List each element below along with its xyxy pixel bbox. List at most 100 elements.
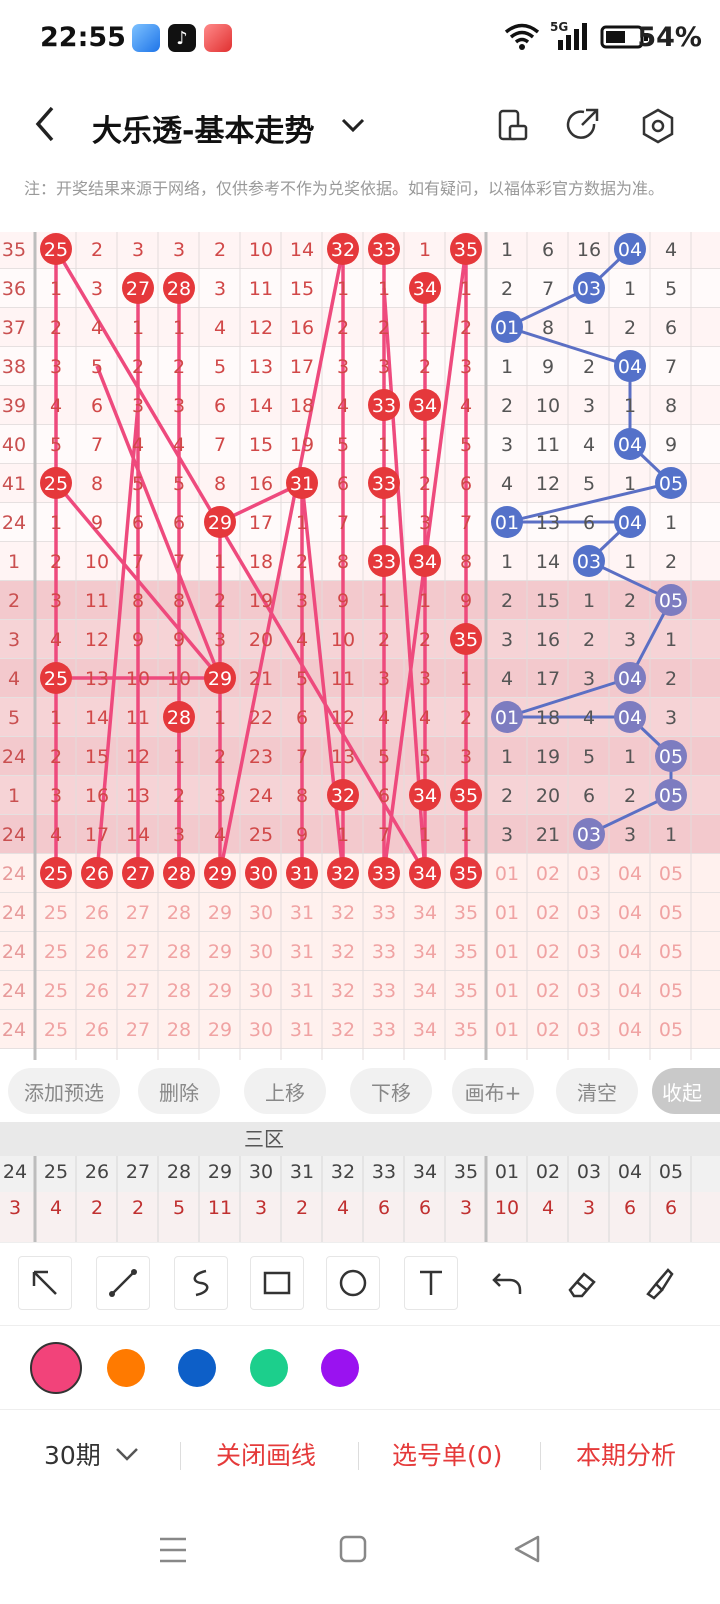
settings-icon[interactable]: [640, 108, 676, 144]
period-selector[interactable]: 30期: [44, 1436, 139, 1472]
back-cell: 01: [495, 707, 519, 729]
front-cell: 25: [44, 902, 68, 924]
front-cell: 27: [126, 1019, 150, 1041]
color-swatch-pink[interactable]: [30, 1342, 82, 1394]
disclaimer-note: 注：开奖结果来源于网络，仅供参考不作为兑奖依据。如有疑问，以福体彩官方数据为准。: [24, 179, 665, 198]
row-label: 24: [2, 902, 26, 924]
back-cell: 03: [577, 980, 601, 1002]
front-cell: 31: [290, 980, 314, 1002]
circle-tool-icon[interactable]: [326, 1256, 380, 1310]
front-cell: 1: [378, 278, 390, 300]
period-label: 30期: [44, 1441, 101, 1470]
row-label: 41: [2, 473, 26, 495]
add-preselect-button[interactable]: 添加预选: [8, 1068, 120, 1114]
front-cell: 4: [91, 317, 103, 339]
undo-tool-icon[interactable]: [480, 1256, 534, 1310]
front-cell: 25: [44, 1019, 68, 1041]
front-cell: 34: [413, 278, 437, 300]
color-swatch-blue[interactable]: [178, 1349, 216, 1387]
zone-front-count: 2: [132, 1197, 144, 1219]
curve-tool-icon[interactable]: [174, 1256, 228, 1310]
menu-icon[interactable]: [158, 1536, 188, 1564]
front-cell: 9: [296, 824, 308, 846]
color-swatch-orange[interactable]: [107, 1349, 145, 1387]
front-cell: 2: [132, 356, 144, 378]
share-icon[interactable]: [566, 108, 600, 142]
zone-front-header: 30: [249, 1161, 273, 1183]
back-cell: 1: [501, 356, 513, 378]
front-cell: 25: [44, 941, 68, 963]
zone-back-count: 3: [583, 1197, 595, 1219]
text-tool-icon[interactable]: [404, 1256, 458, 1310]
back-cell: 21: [536, 824, 560, 846]
period-analysis-button[interactable]: 本期分析: [576, 1436, 676, 1472]
back-icon[interactable]: [512, 1534, 542, 1564]
clear-button[interactable]: 清空: [556, 1068, 638, 1114]
zone-front-header: 28: [167, 1161, 191, 1183]
divider: [540, 1442, 541, 1470]
grid-row-bg: [0, 308, 720, 347]
trend-chart-grid[interactable]: 35363738394041241234524124242424242425 2 3…: [0, 232, 720, 1072]
rectangle-tool-icon[interactable]: [250, 1256, 304, 1310]
back-cell: 03: [577, 1019, 601, 1041]
back-arrow-icon[interactable]: [30, 104, 60, 144]
color-swatch-purple[interactable]: [321, 1349, 359, 1387]
arrow-tool-icon[interactable]: [18, 1256, 72, 1310]
front-cell: 29: [208, 980, 232, 1002]
row-label: 24: [2, 1019, 26, 1041]
front-cell: 4: [378, 707, 390, 729]
front-cell: 3: [460, 356, 472, 378]
back-cell: 5: [583, 473, 595, 495]
zone-back-count: 10: [495, 1197, 519, 1219]
move-up-button[interactable]: 上移: [244, 1068, 326, 1114]
back-cell: 6: [583, 512, 595, 534]
brush-tool-icon[interactable]: [632, 1256, 686, 1310]
move-down-button[interactable]: 下移: [350, 1068, 432, 1114]
front-cell: 1: [50, 278, 62, 300]
front-cell: 4: [132, 434, 144, 456]
status-app-icons: ♪: [132, 24, 232, 52]
front-cell: 3: [378, 668, 390, 690]
line-tool-icon[interactable]: [96, 1256, 150, 1310]
front-cell: 2: [378, 317, 390, 339]
back-cell: 01: [495, 317, 519, 339]
back-cell: 05: [659, 980, 683, 1002]
front-cell: 26: [85, 863, 109, 885]
front-cell: 34: [413, 1019, 437, 1041]
eraser-tool-icon[interactable]: [556, 1256, 610, 1310]
zone-back-header: 05: [659, 1161, 683, 1183]
front-cell: 6: [460, 473, 472, 495]
front-cell: 17: [290, 356, 314, 378]
front-cell: 14: [126, 824, 150, 846]
delete-button[interactable]: 删除: [138, 1068, 220, 1114]
back-cell: 01: [495, 980, 519, 1002]
back-cell: 02: [536, 863, 560, 885]
front-cell: 2: [460, 707, 472, 729]
back-cell: 01: [495, 863, 519, 885]
row-label: 24: [2, 980, 26, 1002]
signal-icon: 5G: [550, 20, 590, 52]
back-cell: 2: [501, 278, 513, 300]
back-cell: 5: [583, 746, 595, 768]
color-swatch-green[interactable]: [250, 1349, 288, 1387]
canvas-plus-button[interactable]: 画布+: [452, 1068, 534, 1114]
selection-list-button[interactable]: 选号单(0): [392, 1436, 502, 1472]
front-cell: 28: [167, 278, 191, 300]
front-cell: 33: [372, 941, 396, 963]
front-cell: 11: [126, 707, 150, 729]
front-cell: 29: [208, 668, 232, 690]
back-cell: 4: [583, 434, 595, 456]
row-label: 40: [2, 434, 26, 456]
front-cell: 6: [337, 473, 349, 495]
back-cell: 4: [501, 668, 513, 690]
rotate-screen-icon[interactable]: [496, 108, 530, 142]
back-cell: 18: [536, 707, 560, 729]
chevron-down-icon[interactable]: [340, 116, 366, 134]
close-drawing-button[interactable]: 关闭画线: [216, 1436, 316, 1472]
front-cell: 25: [44, 668, 68, 690]
zone-front-header: 35: [454, 1161, 478, 1183]
page-title[interactable]: 大乐透-基本走势: [92, 106, 314, 150]
collapse-button[interactable]: 收起: [652, 1068, 720, 1114]
home-icon[interactable]: [338, 1534, 368, 1564]
front-cell: 35: [454, 629, 478, 651]
